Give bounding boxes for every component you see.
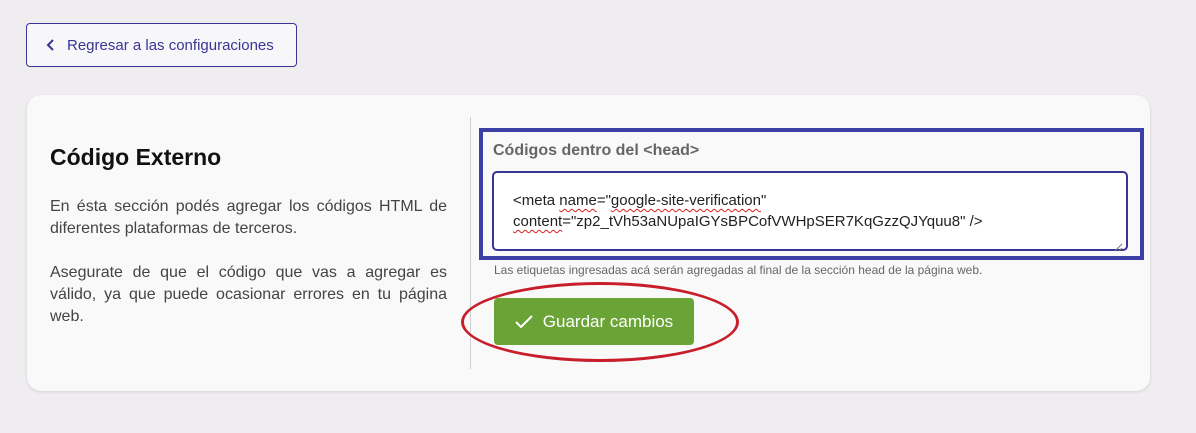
head-codes-help: Las etiquetas ingresadas acá serán agreg… <box>494 263 983 277</box>
check-icon <box>515 314 533 329</box>
head-codes-label: Códigos dentro del <head> <box>493 142 700 159</box>
save-changes-button[interactable]: Guardar cambios <box>494 298 694 345</box>
save-button-label: Guardar cambios <box>542 311 674 331</box>
external-code-card: Código Externo En ésta sección podés agr… <box>27 95 1150 391</box>
textarea-line-2: content="zp2_tVh53aNUpaIGYsBPCofVWHpSER7… <box>513 213 983 230</box>
back-button-label: Regresar a las configuraciones <box>67 36 274 54</box>
section-title: Código Externo <box>50 144 222 170</box>
section-description: En ésta sección podés agregar los código… <box>50 198 447 237</box>
head-codes-textarea[interactable]: <meta name="google-site-verification" co… <box>492 171 1128 252</box>
resize-grip-icon[interactable] <box>1114 237 1123 252</box>
textarea-line-1: <meta name="google-site-verification" <box>513 192 767 209</box>
column-divider <box>470 117 471 369</box>
back-to-settings-button[interactable]: Regresar a las configuraciones <box>26 23 297 67</box>
section-warning: Asegurate de que el código que vas a agr… <box>50 264 447 325</box>
chevron-left-icon <box>45 39 57 51</box>
